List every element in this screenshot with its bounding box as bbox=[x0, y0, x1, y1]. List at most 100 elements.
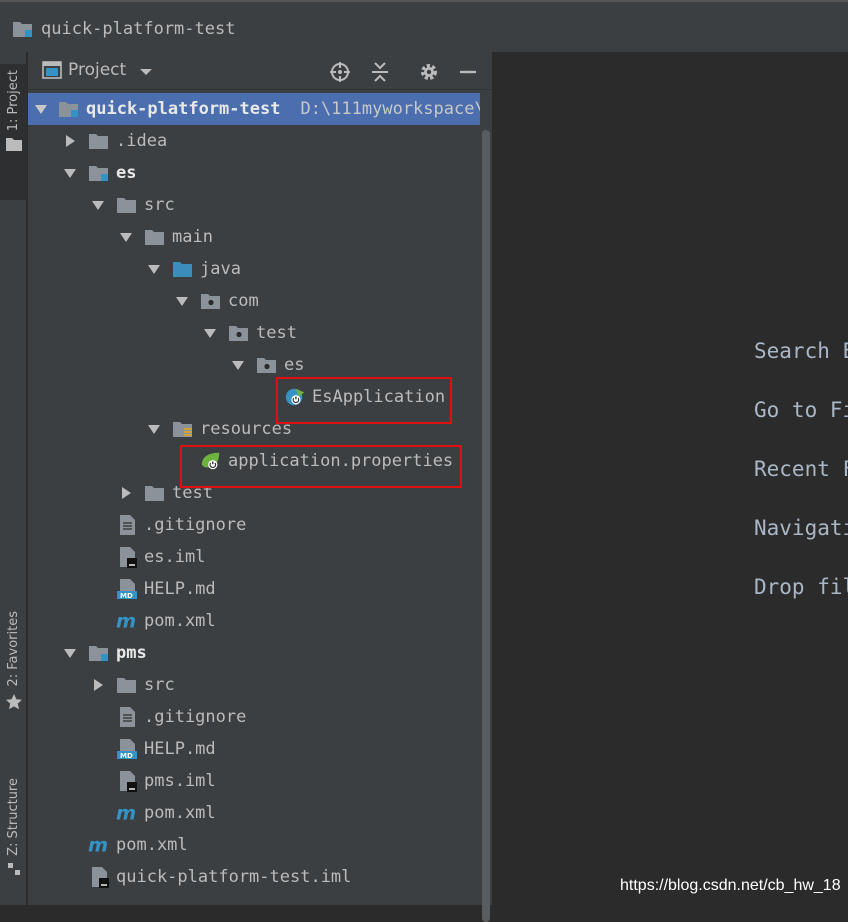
folder-icon bbox=[144, 482, 166, 504]
folder-icon bbox=[116, 194, 138, 216]
expand-arrow-icon[interactable] bbox=[118, 229, 134, 245]
project-tool-tab[interactable]: 1: Project bbox=[0, 64, 27, 200]
expand-arrow-icon[interactable] bbox=[230, 357, 246, 373]
project-window-icon bbox=[42, 61, 62, 79]
structure-tab-label: Z: Structure bbox=[6, 778, 21, 856]
structure-tool-tab[interactable]: Z: Structure bbox=[0, 774, 27, 905]
tree-row-root-pom[interactable]: m pom.xml bbox=[28, 829, 540, 861]
tree-label-java: java bbox=[200, 259, 241, 279]
folder-icon bbox=[5, 138, 22, 152]
tree-label-es: es bbox=[116, 163, 137, 183]
collapse-arrow-icon[interactable] bbox=[90, 677, 106, 693]
tree-label-pms: pms bbox=[116, 643, 147, 663]
scrollbar-thumb[interactable] bbox=[482, 130, 490, 922]
svg-text:m: m bbox=[88, 834, 108, 856]
folder-icon bbox=[116, 674, 138, 696]
svg-text:m: m bbox=[116, 610, 136, 632]
module-folder-icon bbox=[88, 642, 110, 664]
tree-label-pms-gitignore: .gitignore bbox=[144, 707, 247, 727]
folder-icon bbox=[144, 226, 166, 248]
crosshair-icon bbox=[330, 62, 350, 82]
tree-scrollbar[interactable] bbox=[480, 92, 492, 922]
collapse-arrow-icon[interactable] bbox=[118, 485, 134, 501]
expand-arrow-icon[interactable] bbox=[146, 421, 162, 437]
source-folder-icon bbox=[172, 258, 194, 280]
tree-label-es-iml: es.iml bbox=[144, 547, 206, 567]
module-folder-icon bbox=[88, 162, 110, 184]
tree-row-es-src[interactable]: src bbox=[28, 189, 542, 221]
text-file-icon bbox=[116, 706, 138, 728]
navigation-bar: quick-platform-test bbox=[0, 0, 848, 52]
breadcrumb[interactable]: quick-platform-test bbox=[12, 19, 235, 39]
editor-hint-search: Search E bbox=[754, 339, 848, 363]
tree-label-es-package: es bbox=[284, 355, 305, 375]
gear-icon bbox=[421, 64, 437, 80]
collapse-all-button[interactable] bbox=[369, 61, 391, 83]
package-icon bbox=[256, 354, 278, 376]
expand-arrow-icon[interactable] bbox=[146, 261, 162, 277]
maven-icon: m bbox=[88, 834, 110, 856]
markdown-file-icon: MD bbox=[116, 578, 138, 600]
watermark: https://blog.csdn.net/cb_hw_18 bbox=[620, 877, 841, 894]
module-folder-icon bbox=[58, 98, 80, 120]
project-tab-label: 1: Project bbox=[6, 70, 21, 132]
tree-label-pms-iml: pms.iml bbox=[144, 771, 216, 791]
editor-hint-navigation: Navigati bbox=[754, 516, 848, 540]
structure-icon bbox=[7, 862, 20, 875]
svg-text:MD: MD bbox=[120, 592, 133, 600]
tree-row-root-iml[interactable]: quick-platform-test.iml bbox=[28, 861, 540, 893]
chevron-down-icon bbox=[140, 69, 153, 75]
tree-label-pms-src: src bbox=[144, 675, 175, 695]
resources-folder-icon bbox=[172, 418, 194, 440]
tree-label-pms-help: HELP.md bbox=[144, 739, 216, 759]
settings-button[interactable] bbox=[418, 61, 440, 83]
expand-arrow-icon[interactable] bbox=[90, 197, 106, 213]
tree-label-root-iml: quick-platform-test.iml bbox=[116, 867, 352, 887]
tree-row-root[interactable]: quick-platform-test D:\111myworkspace\qu bbox=[28, 93, 505, 125]
iml-file-icon bbox=[116, 546, 138, 568]
text-file-icon bbox=[116, 514, 138, 536]
tree-label-main: main bbox=[172, 227, 213, 247]
svg-text:m: m bbox=[116, 802, 136, 824]
expand-arrow-icon[interactable] bbox=[174, 293, 190, 309]
folder-icon bbox=[88, 130, 110, 152]
highlight-box-es-application bbox=[276, 377, 452, 424]
editor-empty-area: Search E Go to Fi Recent F Navigati Drop… bbox=[492, 52, 848, 905]
expand-arrow-icon[interactable] bbox=[62, 165, 78, 181]
collapse-arrow-icon[interactable] bbox=[62, 133, 78, 149]
tree-label-root: quick-platform-test bbox=[86, 99, 281, 119]
tree-label-es-help: HELP.md bbox=[144, 579, 216, 599]
svg-text:MD: MD bbox=[120, 752, 133, 760]
package-icon bbox=[228, 322, 250, 344]
tree-label-com: com bbox=[228, 291, 259, 311]
iml-file-icon bbox=[88, 866, 110, 888]
tree-label-test-package: test bbox=[256, 323, 297, 343]
project-panel-title: Project bbox=[68, 60, 127, 80]
collapse-icon bbox=[372, 62, 388, 82]
expand-arrow-icon[interactable] bbox=[34, 101, 48, 117]
maven-icon: m bbox=[116, 610, 138, 632]
editor-hint-recent-files: Recent F bbox=[754, 457, 848, 481]
hide-panel-button[interactable] bbox=[457, 61, 479, 83]
project-panel-header: Project bbox=[28, 52, 492, 90]
editor-hint-goto-file: Go to Fi bbox=[754, 398, 848, 422]
tree-row-pms-src[interactable]: src bbox=[28, 669, 542, 701]
tree-row-es-module[interactable]: es bbox=[28, 157, 514, 189]
markdown-file-icon: MD bbox=[116, 738, 138, 760]
tree-label-idea: .idea bbox=[116, 131, 168, 151]
breadcrumb-project[interactable]: quick-platform-test bbox=[41, 19, 235, 39]
tree-label-es-pom: pom.xml bbox=[144, 611, 216, 631]
minimize-icon bbox=[460, 70, 476, 74]
editor-hint-drop-files: Drop fil bbox=[754, 575, 848, 599]
tree-row-pms-module[interactable]: pms bbox=[28, 637, 514, 669]
expand-arrow-icon[interactable] bbox=[202, 325, 218, 341]
tree-root-path: D:\111myworkspace\qu bbox=[300, 99, 506, 119]
favorites-tool-tab[interactable]: 2: Favorites bbox=[0, 607, 27, 747]
project-view-selector[interactable]: Project bbox=[42, 60, 154, 80]
package-icon bbox=[200, 290, 222, 312]
iml-file-icon bbox=[116, 770, 138, 792]
expand-arrow-icon[interactable] bbox=[62, 645, 78, 661]
tree-row-idea[interactable]: .idea bbox=[28, 125, 514, 157]
locate-file-button[interactable] bbox=[329, 61, 351, 83]
tree-label-src: src bbox=[144, 195, 175, 215]
